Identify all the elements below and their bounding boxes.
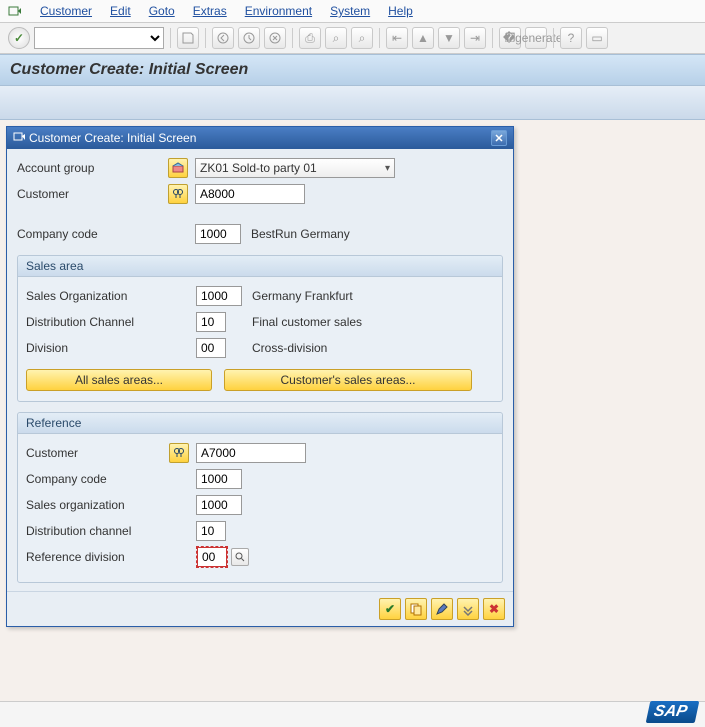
account-group-value: ZK01 Sold-to party 01 xyxy=(200,161,317,175)
menu-environment[interactable]: Environment xyxy=(245,4,312,18)
cancel-button[interactable]: ✖ xyxy=(483,598,505,620)
company-code-input[interactable] xyxy=(195,224,241,244)
toolbar-separator xyxy=(492,28,493,48)
customer-search-icon[interactable] xyxy=(168,184,188,204)
account-group-help-icon[interactable] xyxy=(168,158,188,178)
page-title: Customer Create: Initial Screen xyxy=(0,54,705,86)
ref-dist-channel-input[interactable] xyxy=(196,521,226,541)
customers-sales-areas-button[interactable]: Customer's sales areas... xyxy=(224,369,472,391)
ref-company-code-input[interactable] xyxy=(196,469,242,489)
ref-company-code-label: Company code xyxy=(26,472,196,486)
toolbar-separator xyxy=(553,28,554,48)
dialog-body: Account group ZK01 Sold-to party 01 Cust… xyxy=(7,149,513,591)
ref-customer-input[interactable] xyxy=(196,443,306,463)
toolbar-separator xyxy=(170,28,171,48)
all-sales-areas-button[interactable]: All sales areas... xyxy=(26,369,212,391)
account-group-label: Account group xyxy=(17,161,167,175)
edit-button[interactable] xyxy=(431,598,453,620)
first-page-icon[interactable]: ⇤ xyxy=(386,27,408,49)
all-sales-areas-label: All sales areas... xyxy=(75,373,163,387)
customer-label: Customer xyxy=(17,187,167,201)
close-icon[interactable] xyxy=(491,130,507,146)
ref-division-label: Reference division xyxy=(26,550,196,564)
menu-command-icon[interactable] xyxy=(8,4,22,18)
enter-button[interactable]: ✓ xyxy=(8,27,30,49)
find-next-icon[interactable]: ⌕ xyxy=(351,27,373,49)
reference-group: Reference Customer Company code xyxy=(17,412,503,583)
ref-customer-search-icon[interactable] xyxy=(169,443,189,463)
ref-sales-org-input[interactable] xyxy=(196,495,242,515)
dist-channel-input[interactable] xyxy=(196,312,226,332)
continue-button[interactable]: ✔ xyxy=(379,598,401,620)
copy-button[interactable] xyxy=(405,598,427,620)
system-toolbar: ✓ ⎙ ⌕ ⌕ ⇤ ▲ ▼ ⇥ ❐ �generated ? ▭ xyxy=(0,23,705,54)
prev-page-icon[interactable]: ▲ xyxy=(412,27,434,49)
company-code-desc: BestRun Germany xyxy=(251,227,350,241)
dialog-titlebar: Customer Create: Initial Screen xyxy=(7,127,513,149)
search-help-icon[interactable] xyxy=(231,548,249,566)
last-page-icon[interactable]: ⇥ xyxy=(464,27,486,49)
back-icon[interactable] xyxy=(212,27,234,49)
cancel-icon[interactable] xyxy=(264,27,286,49)
menu-goto[interactable]: Goto xyxy=(149,4,175,18)
ref-division-input[interactable] xyxy=(197,547,227,567)
toolbar-separator xyxy=(379,28,380,48)
dialog-title: Customer Create: Initial Screen xyxy=(29,131,196,145)
layout-icon[interactable]: ▭ xyxy=(586,27,608,49)
find-icon[interactable]: ⌕ xyxy=(325,27,347,49)
dist-channel-label: Distribution Channel xyxy=(26,315,196,329)
application-toolbar xyxy=(0,86,705,120)
toolbar-separator xyxy=(205,28,206,48)
save-icon[interactable] xyxy=(177,27,199,49)
toolbar-separator xyxy=(292,28,293,48)
menu-customer[interactable]: Customer xyxy=(40,4,92,18)
shortcut-icon[interactable]: �generated xyxy=(525,27,547,49)
sales-area-group: Sales area Sales Organization Germany Fr… xyxy=(17,255,503,402)
exit-icon[interactable] xyxy=(238,27,260,49)
division-desc: Cross-division xyxy=(252,341,327,355)
dist-channel-desc: Final customer sales xyxy=(252,315,362,329)
window-icon xyxy=(13,131,25,146)
print-icon[interactable]: ⎙ xyxy=(299,27,321,49)
config-button[interactable] xyxy=(457,598,479,620)
company-code-label: Company code xyxy=(17,227,195,241)
ref-dist-channel-label: Distribution channel xyxy=(26,524,196,538)
sales-org-input[interactable] xyxy=(196,286,242,306)
customer-input[interactable] xyxy=(195,184,305,204)
command-field[interactable] xyxy=(34,27,164,49)
help-icon[interactable]: ? xyxy=(560,27,582,49)
next-page-icon[interactable]: ▼ xyxy=(438,27,460,49)
reference-title: Reference xyxy=(18,413,502,434)
menu-extras[interactable]: Extras xyxy=(193,4,227,18)
menu-edit[interactable]: Edit xyxy=(110,4,131,18)
customers-sales-areas-label: Customer's sales areas... xyxy=(280,373,415,387)
ref-division-focus xyxy=(196,546,228,568)
sales-org-label: Sales Organization xyxy=(26,289,196,303)
menu-system[interactable]: System xyxy=(330,4,370,18)
ref-sales-org-label: Sales organization xyxy=(26,498,196,512)
ref-customer-label: Customer xyxy=(26,446,168,460)
status-bar: SAP xyxy=(0,701,705,727)
sap-logo: SAP xyxy=(646,701,700,723)
work-area: Customer Create: Initial Screen Account … xyxy=(0,120,705,720)
division-input[interactable] xyxy=(196,338,226,358)
menu-bar: Customer Edit Goto Extras Environment Sy… xyxy=(0,0,705,23)
menu-help[interactable]: Help xyxy=(388,4,413,18)
sales-org-desc: Germany Frankfurt xyxy=(252,289,353,303)
dialog-customer-create: Customer Create: Initial Screen Account … xyxy=(6,126,514,627)
account-group-combo[interactable]: ZK01 Sold-to party 01 xyxy=(195,158,395,178)
division-label: Division xyxy=(26,341,196,355)
sales-area-title: Sales area xyxy=(18,256,502,277)
dialog-footer: ✔ ✖ xyxy=(7,591,513,626)
